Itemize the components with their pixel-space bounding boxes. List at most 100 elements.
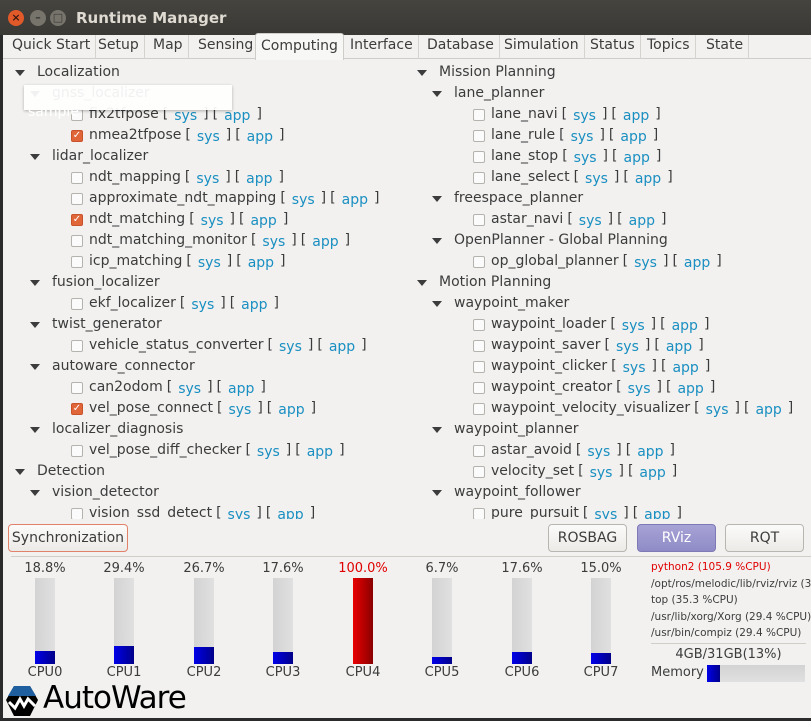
app-link[interactable]: app bbox=[277, 507, 303, 519]
tree-item[interactable]: vehicle_status_converter[sys][app] bbox=[71, 335, 367, 356]
expand-triangle-icon[interactable] bbox=[432, 490, 442, 496]
app-link[interactable]: app bbox=[684, 255, 710, 271]
sys-link[interactable]: sys bbox=[257, 444, 280, 460]
tree-item[interactable]: lane_select[sys][app] bbox=[473, 167, 673, 188]
checkbox[interactable] bbox=[71, 256, 83, 268]
tab-state[interactable]: State bbox=[701, 35, 750, 59]
tree-group[interactable]: lane_planner bbox=[432, 83, 544, 104]
tab-simulation[interactable]: Simulation bbox=[499, 35, 585, 59]
app-link[interactable]: app bbox=[672, 360, 698, 376]
tree-item[interactable]: lane_rule[sys][app] bbox=[473, 125, 658, 146]
app-link[interactable]: app bbox=[644, 507, 670, 519]
checkbox[interactable] bbox=[473, 256, 485, 268]
checkbox[interactable] bbox=[71, 172, 83, 184]
expand-triangle-icon[interactable] bbox=[15, 70, 25, 76]
tree-item[interactable]: waypoint_velocity_visualizer[sys][app] bbox=[473, 398, 793, 419]
sys-link[interactable]: sys bbox=[279, 339, 302, 355]
checkbox[interactable] bbox=[473, 319, 485, 331]
checkbox[interactable]: ✓ bbox=[71, 214, 83, 226]
tree-group[interactable]: Motion Planning bbox=[417, 272, 551, 293]
tab-setup[interactable]: Setup bbox=[93, 35, 145, 59]
tree-group[interactable]: twist_generator bbox=[30, 314, 162, 335]
sys-link[interactable]: sys bbox=[616, 339, 639, 355]
expand-triangle-icon[interactable] bbox=[417, 280, 427, 286]
app-link[interactable]: app bbox=[329, 339, 355, 355]
sys-link[interactable]: sys bbox=[198, 255, 221, 271]
tree-item[interactable]: op_global_planner[sys][app] bbox=[473, 251, 722, 272]
sys-link[interactable]: sys bbox=[197, 129, 220, 145]
tree-item[interactable]: pure_pursuit [sys] [app] bbox=[473, 503, 682, 519]
tree-group[interactable]: Localization bbox=[15, 62, 120, 83]
tree-item[interactable]: lane_stop[sys][app] bbox=[473, 146, 661, 167]
checkbox[interactable] bbox=[473, 340, 485, 352]
checkbox[interactable] bbox=[473, 466, 485, 478]
synchronization-button[interactable]: Synchronization bbox=[8, 524, 128, 552]
sys-link[interactable]: sys bbox=[594, 507, 617, 519]
tree-item[interactable]: waypoint_creator[sys][app] bbox=[473, 377, 715, 398]
sys-link[interactable]: sys bbox=[634, 255, 657, 271]
app-link[interactable]: app bbox=[224, 108, 250, 124]
checkbox[interactable] bbox=[71, 235, 83, 247]
tree-item[interactable]: vel_pose_diff_checker[sys][app] bbox=[71, 440, 345, 461]
expand-triangle-icon[interactable] bbox=[30, 154, 40, 160]
app-link[interactable]: app bbox=[312, 234, 338, 250]
app-link[interactable]: app bbox=[241, 297, 267, 313]
tree-group[interactable]: Mission Planning bbox=[417, 62, 556, 83]
tree-item[interactable]: icp_matching[sys][app] bbox=[71, 251, 286, 272]
tree-item[interactable]: lane_navi[sys][app] bbox=[473, 104, 661, 125]
sys-link[interactable]: sys bbox=[201, 213, 224, 229]
tree-item[interactable]: waypoint_loader[sys][app] bbox=[473, 314, 709, 335]
app-link[interactable]: app bbox=[248, 255, 274, 271]
checkbox[interactable]: ✓ bbox=[71, 130, 83, 142]
tree-group[interactable]: lidar_localizer bbox=[30, 146, 148, 167]
tab-map[interactable]: Map bbox=[148, 35, 189, 59]
app-link[interactable]: app bbox=[307, 444, 333, 460]
checkbox[interactable] bbox=[473, 361, 485, 373]
sys-link[interactable]: sys bbox=[574, 150, 597, 166]
tree-item[interactable]: ✓ ndt_matching[sys][app] bbox=[71, 209, 288, 230]
app-link[interactable]: app bbox=[620, 129, 646, 145]
tab-computing[interactable]: Computing bbox=[255, 33, 344, 60]
sys-link[interactable]: sys bbox=[571, 129, 594, 145]
checkbox[interactable] bbox=[473, 172, 485, 184]
tree-group[interactable]: waypoint_follower bbox=[432, 482, 581, 503]
tree-group[interactable]: freespace_planner bbox=[432, 188, 583, 209]
tree-item[interactable]: astar_avoid[sys][app] bbox=[473, 440, 675, 461]
tree-item[interactable]: ekf_localizer[sys][app] bbox=[71, 293, 279, 314]
app-link[interactable]: app bbox=[246, 171, 272, 187]
expand-triangle-icon[interactable] bbox=[432, 196, 442, 202]
tab-database[interactable]: Database bbox=[422, 35, 500, 59]
sys-link[interactable]: sys bbox=[706, 402, 729, 418]
tree-item[interactable]: velocity_set[sys][app] bbox=[473, 461, 677, 482]
expand-triangle-icon[interactable] bbox=[30, 427, 40, 433]
tree-item[interactable]: astar_navi[sys][app] bbox=[473, 209, 666, 230]
sys-link[interactable]: sys bbox=[579, 213, 602, 229]
checkbox[interactable] bbox=[71, 382, 83, 394]
tree-item[interactable]: waypoint_saver[sys][app] bbox=[473, 335, 704, 356]
checkbox[interactable] bbox=[473, 403, 485, 415]
tree-item[interactable]: vision_ssd_detect[sys] [app] bbox=[71, 503, 315, 519]
rviz-button[interactable]: RViz bbox=[637, 524, 716, 552]
app-link[interactable]: app bbox=[666, 339, 692, 355]
app-link[interactable]: app bbox=[342, 192, 368, 208]
tab-interface[interactable]: Interface bbox=[345, 35, 419, 59]
app-link[interactable]: app bbox=[623, 150, 649, 166]
rqt-button[interactable]: RQT bbox=[725, 524, 804, 552]
checkbox[interactable] bbox=[71, 193, 83, 205]
sys-link[interactable]: sys bbox=[623, 360, 646, 376]
checkbox[interactable] bbox=[473, 382, 485, 394]
checkbox[interactable] bbox=[473, 130, 485, 142]
checkbox[interactable] bbox=[71, 445, 83, 457]
checkbox[interactable] bbox=[473, 508, 485, 519]
app-link[interactable]: app bbox=[677, 381, 703, 397]
sys-link[interactable]: sys bbox=[622, 318, 645, 334]
sys-link[interactable]: sys bbox=[228, 402, 251, 418]
app-link[interactable]: app bbox=[250, 213, 276, 229]
checkbox[interactable] bbox=[473, 214, 485, 226]
sys-link[interactable]: sys bbox=[228, 507, 251, 519]
tree-group[interactable]: autoware_connector bbox=[30, 356, 195, 377]
checkbox[interactable]: ✓ bbox=[71, 403, 83, 415]
close-icon[interactable]: × bbox=[8, 10, 24, 26]
tree-item[interactable]: approximate_ndt_mapping[sys][app] bbox=[71, 188, 379, 209]
app-link[interactable]: app bbox=[639, 465, 665, 481]
